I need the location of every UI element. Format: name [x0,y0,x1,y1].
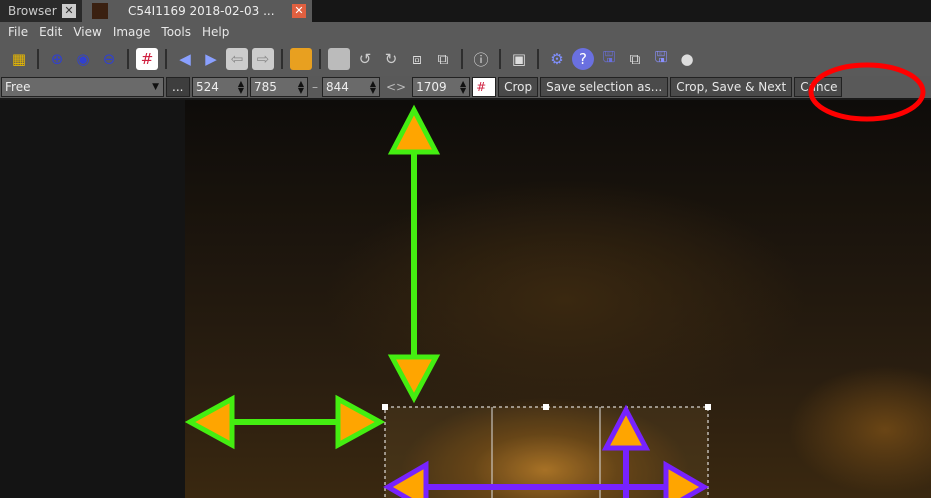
horizontal-arrow-annotation [184,394,386,450]
crop-handle[interactable] [705,404,711,410]
annotation-overlay [184,62,926,498]
vertical-arrow-annotation [387,104,441,404]
crop-handle[interactable] [382,404,388,410]
crop-handle[interactable] [543,404,549,410]
highlight-circle [808,62,926,122]
